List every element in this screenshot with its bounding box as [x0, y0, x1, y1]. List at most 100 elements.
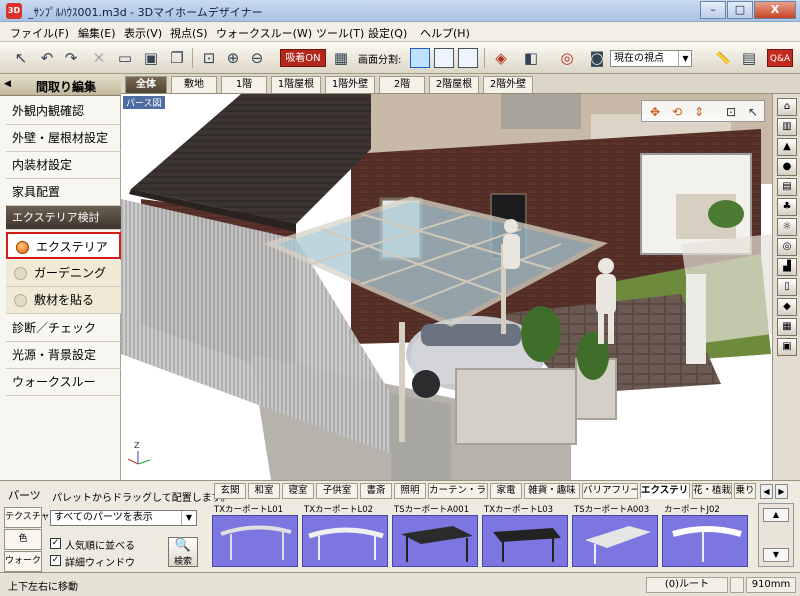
- category-entrance[interactable]: 玄関: [214, 483, 246, 499]
- tool-target-icon[interactable]: ◎: [777, 238, 797, 256]
- category-japanese-room[interactable]: 和室: [248, 483, 280, 499]
- cube-icon[interactable]: ◧: [520, 47, 542, 69]
- part-thumbnail[interactable]: TXカーポートL01: [212, 503, 298, 567]
- menu-viewpoint[interactable]: 視点(S): [170, 25, 208, 41]
- select-icon[interactable]: ↖: [10, 47, 32, 69]
- pointer-icon[interactable]: ↖: [744, 103, 762, 121]
- tool-stair-icon[interactable]: ▟: [777, 258, 797, 276]
- rotate-icon[interactable]: ⟲: [668, 103, 686, 121]
- part-thumbnail[interactable]: TSカーポートA001: [392, 503, 478, 567]
- category-appliances[interactable]: 家電: [490, 483, 522, 499]
- tool-tree-icon[interactable]: ♣: [777, 198, 797, 216]
- menu-light-background[interactable]: 光源・背景設定: [6, 342, 121, 369]
- tab-floor1-roof[interactable]: 1階屋根: [271, 76, 321, 93]
- scroll-down-icon[interactable]: ▼: [763, 548, 789, 562]
- minimize-button[interactable]: –: [700, 1, 726, 19]
- fit-icon[interactable]: ⊡: [722, 103, 740, 121]
- copy-icon[interactable]: ❐: [166, 47, 188, 69]
- book-icon[interactable]: ▤: [738, 47, 760, 69]
- category-barrier-free[interactable]: バリアフリー: [582, 483, 638, 499]
- tool-sphere-icon[interactable]: ●: [777, 158, 797, 176]
- menu-exterior[interactable]: エクステリア: [6, 232, 121, 259]
- updown-icon[interactable]: ⇕: [690, 103, 708, 121]
- scroll-right-icon[interactable]: ▶: [775, 484, 788, 499]
- menu-walkthrough-mode[interactable]: ウォークスルー: [6, 369, 121, 396]
- tool-book-icon[interactable]: ▣: [777, 338, 797, 356]
- menu-edit[interactable]: 編集(E): [78, 25, 116, 41]
- tool-wall-icon[interactable]: ▤: [777, 178, 797, 196]
- ruler-icon[interactable]: 📏: [712, 47, 734, 69]
- menu-tools[interactable]: ツール(T): [316, 25, 364, 41]
- tool-light-icon[interactable]: ☼: [777, 218, 797, 236]
- tab-floor2-wall[interactable]: 2階外壁: [483, 76, 533, 93]
- tool-grid-icon[interactable]: ▦: [777, 318, 797, 336]
- perspective-viewport[interactable]: Z パース図 ✥ ⟲ ⇕ ⊡ ↖: [121, 94, 772, 480]
- menu-paving[interactable]: 敷材を貼る: [6, 287, 121, 314]
- collapse-icon[interactable]: ◀: [4, 79, 11, 89]
- split-four-button[interactable]: [458, 48, 478, 68]
- scroll-left-icon[interactable]: ◀: [760, 484, 773, 499]
- tool-material-icon[interactable]: ▥: [777, 118, 797, 136]
- tool-roof-icon[interactable]: ▲: [777, 138, 797, 156]
- maximize-button[interactable]: □: [727, 1, 753, 19]
- part-thumbnail[interactable]: TXカーポートL02: [302, 503, 388, 567]
- tab-floor1[interactable]: 1階: [221, 76, 267, 93]
- save-icon[interactable]: ▣: [140, 47, 162, 69]
- move-icon[interactable]: ✥: [646, 103, 664, 121]
- tab-all[interactable]: 全体: [125, 76, 167, 93]
- menu-gardening[interactable]: ガーデニング: [6, 260, 121, 287]
- scroll-up-icon[interactable]: ▲: [763, 508, 789, 522]
- menu-exterior-interior-check[interactable]: 外観内観確認: [6, 98, 121, 125]
- snap-toggle-button[interactable]: 吸着ON: [280, 49, 326, 67]
- chevron-down-icon[interactable]: ▼: [678, 51, 692, 66]
- menu-wall-roof-material[interactable]: 外壁・屋根材設定: [6, 125, 121, 152]
- category-lighting[interactable]: 照明: [394, 483, 426, 499]
- tab-floor2[interactable]: 2階: [379, 76, 425, 93]
- tab-floor2-roof[interactable]: 2階屋根: [429, 76, 479, 93]
- popular-sort-checkbox[interactable]: ✓: [50, 538, 61, 549]
- chevron-down-icon[interactable]: ▼: [181, 511, 196, 525]
- left-panel-header[interactable]: ◀ 間取り編集: [0, 74, 121, 96]
- search-button[interactable]: 🔍 検索: [168, 537, 198, 567]
- part-thumbnail[interactable]: TSカーポートA003: [572, 503, 658, 567]
- split-single-button[interactable]: [410, 48, 430, 68]
- open-icon[interactable]: ▭: [114, 47, 136, 69]
- delete-icon[interactable]: ✕: [88, 47, 110, 69]
- menu-diagnosis[interactable]: 診断／チェック: [6, 315, 121, 342]
- palette-scrollbar[interactable]: ▲ ▼: [758, 503, 794, 567]
- walk-tab[interactable]: ウォーク: [4, 551, 42, 572]
- camera-icon[interactable]: ◙: [586, 47, 608, 69]
- grid-icon[interactable]: ▦: [330, 47, 352, 69]
- tool-house-icon[interactable]: ⌂: [777, 98, 797, 116]
- menu-furniture-placement[interactable]: 家具配置: [6, 179, 121, 206]
- tab-site[interactable]: 敷地: [171, 76, 217, 93]
- parts-tab[interactable]: パーツ: [8, 487, 41, 503]
- split-two-button[interactable]: [434, 48, 454, 68]
- qa-button[interactable]: Q&A: [767, 49, 793, 67]
- menu-settings[interactable]: 設定(Q): [368, 25, 407, 41]
- texture-tab[interactable]: テクスチャ: [4, 507, 50, 528]
- render-icon[interactable]: ◈: [490, 47, 512, 69]
- undo-icon[interactable]: ↶: [36, 47, 58, 69]
- menu-file[interactable]: ファイル(F): [10, 25, 69, 41]
- part-thumbnail[interactable]: カーポートJ02: [662, 503, 748, 567]
- fit-view-icon[interactable]: ⊡: [198, 47, 220, 69]
- tool-door-icon[interactable]: ▯: [777, 278, 797, 296]
- detail-window-checkbox[interactable]: ✓: [50, 555, 61, 566]
- part-thumbnail[interactable]: TXカーポートL03: [482, 503, 568, 567]
- close-button[interactable]: X: [754, 1, 796, 19]
- category-plants[interactable]: 花・植栽: [692, 483, 732, 499]
- category-exterior[interactable]: エクステリア: [640, 483, 690, 499]
- color-tab[interactable]: 色: [4, 529, 42, 550]
- category-curtain-rug[interactable]: カーテン・ラグ: [428, 483, 488, 499]
- menu-help[interactable]: ヘルプ(H): [420, 25, 470, 41]
- app-icon[interactable]: 3D: [6, 3, 22, 19]
- category-kids-room[interactable]: 子供室: [316, 483, 358, 499]
- parts-filter-select[interactable]: すべてのパーツを表示: [50, 510, 197, 526]
- tool-shape-icon[interactable]: ◆: [777, 298, 797, 316]
- zoom-out-icon[interactable]: ⊖: [246, 47, 268, 69]
- category-hobby[interactable]: 雑貨・趣味: [524, 483, 580, 499]
- category-vehicles[interactable]: 乗り: [734, 483, 756, 499]
- menu-walkthrough[interactable]: ウォークスルー(W): [216, 25, 312, 41]
- menu-interior-material[interactable]: 内装材設定: [6, 152, 121, 179]
